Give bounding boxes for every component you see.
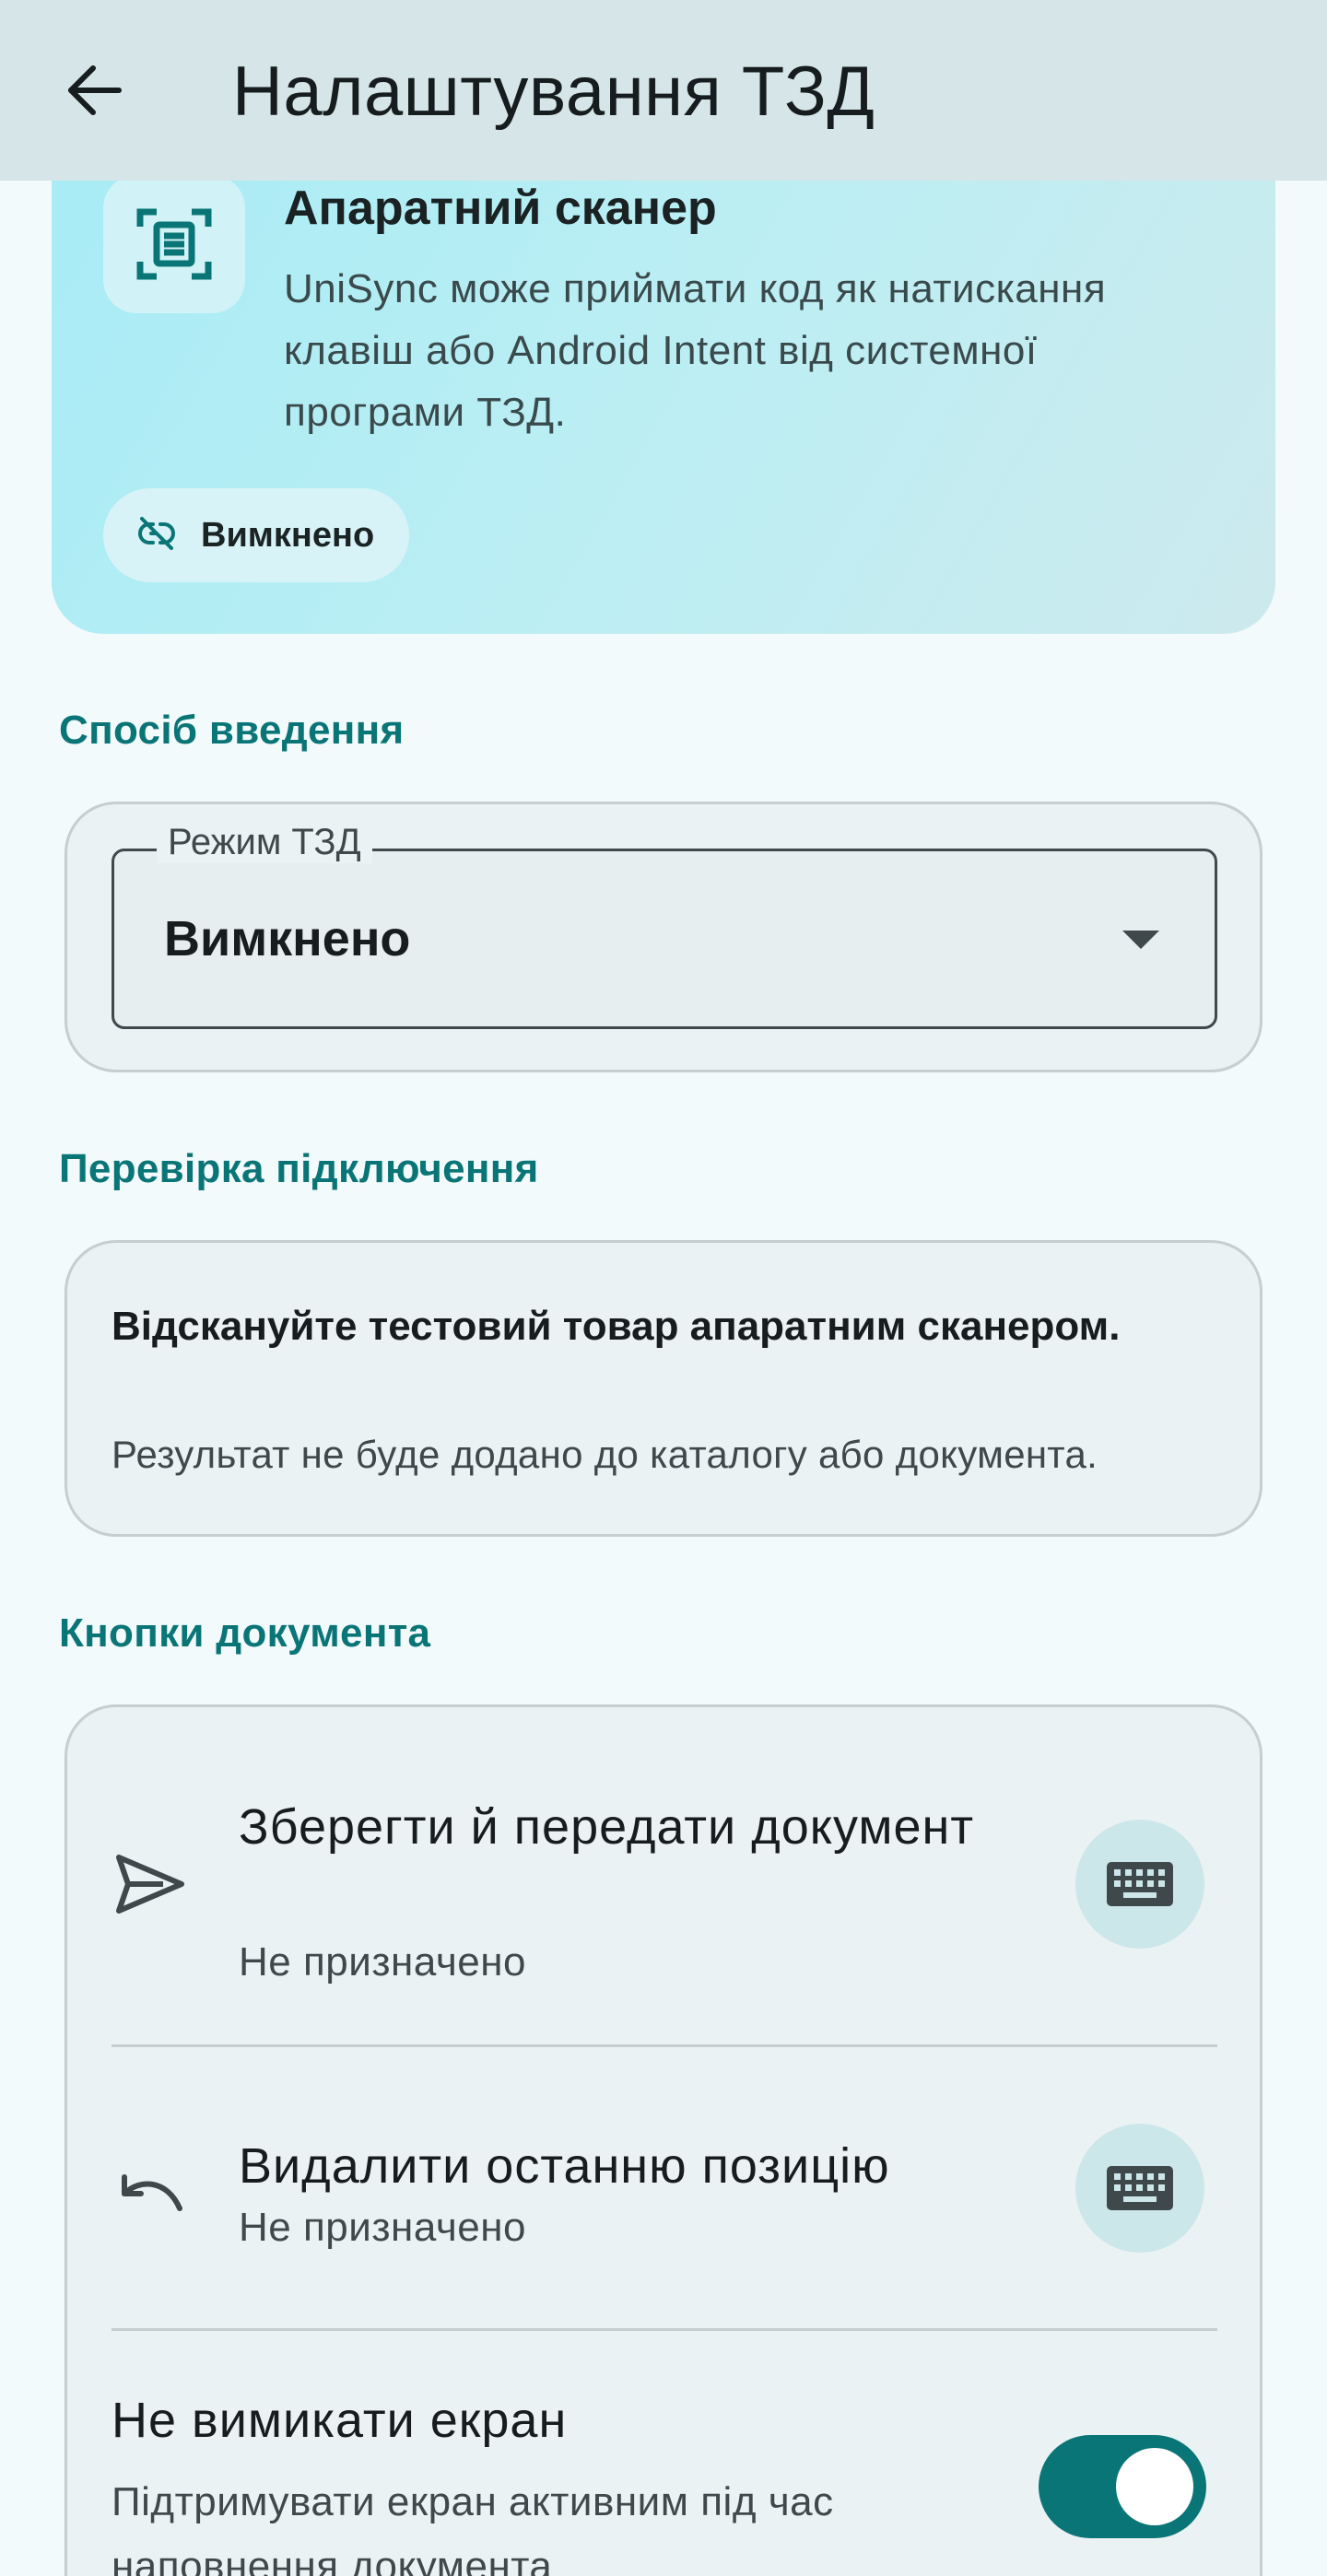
scanner-status-label: Вимкнено <box>201 515 375 555</box>
keyboard-icon <box>1107 2166 1173 2210</box>
document-buttons-section-title: Кнопки документа <box>59 1610 431 1656</box>
toggle-knob <box>1116 2448 1193 2525</box>
remove-last-subtitle: Не призначено <box>239 2205 526 2250</box>
save-send-subtitle: Не призначено <box>239 1939 526 1985</box>
keep-screen-title: Не вимикати екран <box>112 2393 568 2448</box>
keyboard-icon <box>1107 1862 1173 1906</box>
connection-check-section-title: Перевірка підключення <box>59 1146 539 1191</box>
link-off-icon <box>136 513 177 558</box>
assign-key-button[interactable] <box>1075 1820 1204 1949</box>
undo-icon <box>115 2160 189 2225</box>
hardware-scanner-card: Апаратний сканер UniSync може приймати к… <box>52 138 1275 634</box>
remove-last-title: Видалити останню позицію <box>239 2138 890 2194</box>
tsd-mode-select[interactable]: Режим ТЗД Вимкнено <box>112 822 1217 1029</box>
assign-key-button[interactable] <box>1075 2124 1204 2253</box>
top-app-bar: Налаштування ТЗД <box>0 0 1327 181</box>
connection-check-card: Відскануйте тестовий товар апаратним ска… <box>65 1240 1262 1537</box>
send-icon <box>113 1847 187 1921</box>
hero-title: Апаратний сканер <box>284 181 717 235</box>
tsd-mode-label: Режим ТЗД <box>157 822 372 863</box>
keep-screen-subtitle: Підтримувати екран активним під час напо… <box>112 2479 834 2576</box>
document-buttons-card: Зберегти й передати документ Не призначе… <box>65 1704 1262 2576</box>
divider <box>112 2044 1217 2047</box>
scanner-status-chip[interactable]: Вимкнено <box>103 488 410 582</box>
dropdown-arrow-icon <box>1122 931 1159 949</box>
back-button[interactable] <box>48 44 140 136</box>
keep-screen-toggle[interactable] <box>1039 2435 1206 2538</box>
arrow-back-icon <box>68 65 122 115</box>
barcode-scanner-icon <box>103 175 245 313</box>
divider <box>112 2328 1217 2331</box>
settings-page: Апаратний сканер UniSync може приймати к… <box>0 0 1327 2576</box>
connection-check-note: Результат не буде додано до каталогу або… <box>112 1433 1098 1476</box>
connection-check-headline: Відскануйте тестовий товар апаратним ска… <box>112 1304 1121 1349</box>
input-mode-card: Режим ТЗД Вимкнено <box>65 802 1262 1072</box>
hero-description: UniSync може приймати код як натискання … <box>284 266 1107 435</box>
save-send-title: Зберегти й передати документ <box>239 1799 975 1855</box>
page-title: Налаштування ТЗД <box>232 53 875 131</box>
tsd-mode-value: Вимкнено <box>164 911 411 966</box>
input-mode-section-title: Спосіб введення <box>59 708 405 753</box>
